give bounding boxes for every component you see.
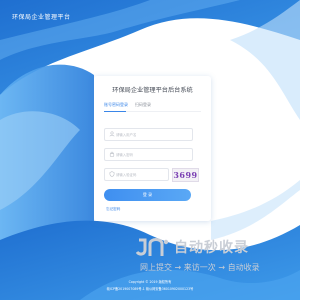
login-card: 环保局企业管理平台后台系统 账号密码登录 扫码登录 请输入用户名 请输入密码 请… [94, 76, 211, 221]
login-button[interactable]: 登 录 [104, 189, 191, 201]
captcha-image[interactable]: 3699 [172, 168, 199, 182]
logo-mark [136, 238, 169, 256]
login-tabs: 账号密码登录 扫码登录 [104, 101, 201, 112]
active-tab-indicator [104, 111, 126, 112]
login-title: 环保局企业管理平台后台系统 [112, 87, 193, 94]
shield-icon [109, 171, 115, 177]
captcha-placeholder: 请输入验证码 [116, 173, 137, 177]
username-field[interactable]: 请输入用户名 [104, 128, 193, 141]
watermark-subtitle: 网上提交 → 来访一次 → 自动收录 [140, 263, 260, 272]
password-field[interactable]: 请输入密码 [104, 148, 193, 161]
user-icon [109, 131, 115, 137]
footer-icp[interactable]: 赣ICP备2019007089号-1 赣公网安备36010902000123号 [0, 286, 300, 291]
tab-password-login[interactable]: 账号密码登录 [104, 102, 128, 108]
brand-title: 环保局企业管理平台 [12, 14, 71, 21]
watermark: 自动秒收录 网上提交 → 来访一次 → 自动收录 [130, 232, 300, 280]
username-placeholder: 请输入用户名 [116, 133, 137, 137]
watermark-title: 自动秒收录 [174, 240, 249, 256]
footer-copyright: Copyright © 2019 版权所有 [128, 280, 172, 284]
captcha-field[interactable]: 请输入验证码 [104, 168, 169, 181]
tab-qr-login[interactable]: 扫码登录 [135, 102, 151, 108]
password-placeholder: 请输入密码 [116, 153, 133, 157]
lock-icon [109, 151, 115, 157]
forgot-password-link[interactable]: 忘记密码 [106, 207, 120, 212]
